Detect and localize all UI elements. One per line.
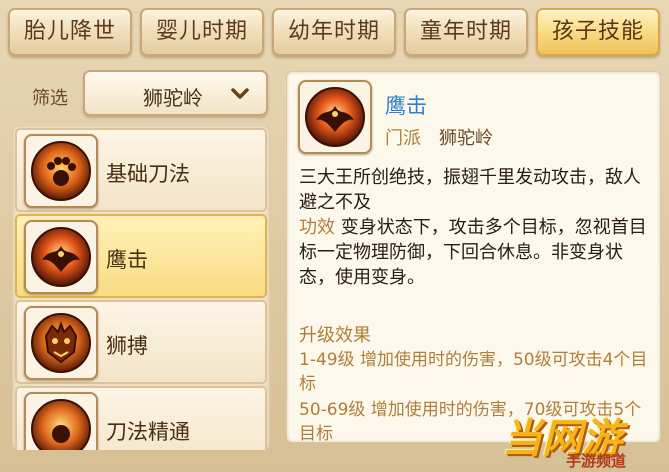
tab-infancy[interactable]: 婴儿时期 xyxy=(140,8,264,56)
effect-text: 变身状态下，攻击多个目标，忽视首目标一定物理防御，下回合休息。非变身状态，使用变… xyxy=(299,217,647,288)
skill-title: 鹰击 xyxy=(385,94,427,118)
upgrade-line: 1-49级 增加使用时的伤害，50级可攻击4个目标 xyxy=(299,350,648,394)
filter-selected-value: 狮驼岭 xyxy=(143,86,203,110)
skill-item-blade-mastery[interactable]: 刀法精通 xyxy=(15,386,267,450)
faction-label: 门派 xyxy=(385,128,421,149)
filter-label: 筛选 xyxy=(32,88,68,109)
watermark-sub: 手游频道 xyxy=(566,452,627,470)
skill-description: 三大王所创绝技，振翅千里发动攻击，敌人避之不及 xyxy=(299,167,641,213)
skill-effect: 功效 变身状态下，攻击多个目标，忽视首目标一定物理防御，下回合休息。非变身状态，… xyxy=(299,215,651,290)
skill-description-block: 三大王所创绝技，振翅千里发动攻击，敌人避之不及 功效 变身状态下，攻击多个目标，… xyxy=(299,165,651,290)
faction-filter-dropdown[interactable]: 狮驼岭 xyxy=(83,70,268,116)
tab-fetal-birth[interactable]: 胎儿降世 xyxy=(8,8,132,56)
tab-early-childhood[interactable]: 幼年时期 xyxy=(272,8,396,56)
tab-child-skills[interactable]: 孩子技能 xyxy=(536,8,660,56)
skill-name: 基础刀法 xyxy=(106,162,190,186)
skill-item-basic-blade[interactable]: 基础刀法 xyxy=(15,128,267,212)
skill-list[interactable]: 基础刀法 鹰击 狮搏 刀法精通 xyxy=(12,125,270,450)
skill-name: 鹰击 xyxy=(106,248,148,272)
lion-head-icon xyxy=(24,306,98,380)
tab-childhood[interactable]: 童年时期 xyxy=(404,8,528,56)
paw-orb-icon xyxy=(24,134,98,208)
eagle-strike-icon xyxy=(24,220,98,294)
site-watermark-logo: 当网游 手游频道 xyxy=(488,404,669,472)
game-window: 胎儿降世 婴儿时期 幼年时期 童年时期 孩子技能 筛选 狮驼岭 基础刀法 鹰击 … xyxy=(0,0,669,472)
skill-name: 狮搏 xyxy=(106,334,148,358)
blade-orb-icon xyxy=(24,392,98,450)
eagle-strike-icon xyxy=(298,80,372,154)
skill-item-lion-fight[interactable]: 狮搏 xyxy=(15,300,267,384)
skill-name: 刀法精通 xyxy=(106,420,190,444)
skill-item-eagle-strike[interactable]: 鹰击 xyxy=(15,214,267,298)
faction-value: 狮驼岭 xyxy=(439,128,493,149)
upgrade-title: 升级效果 xyxy=(299,325,371,346)
skill-detail-panel: 鹰击 门派 狮驼岭 三大王所创绝技，振翅千里发动攻击，敌人避之不及 功效 变身状… xyxy=(286,71,661,443)
effect-label: 功效 xyxy=(299,217,335,238)
tab-bar: 胎儿降世 婴儿时期 幼年时期 童年时期 孩子技能 xyxy=(8,8,663,58)
chevron-down-icon xyxy=(230,84,250,108)
